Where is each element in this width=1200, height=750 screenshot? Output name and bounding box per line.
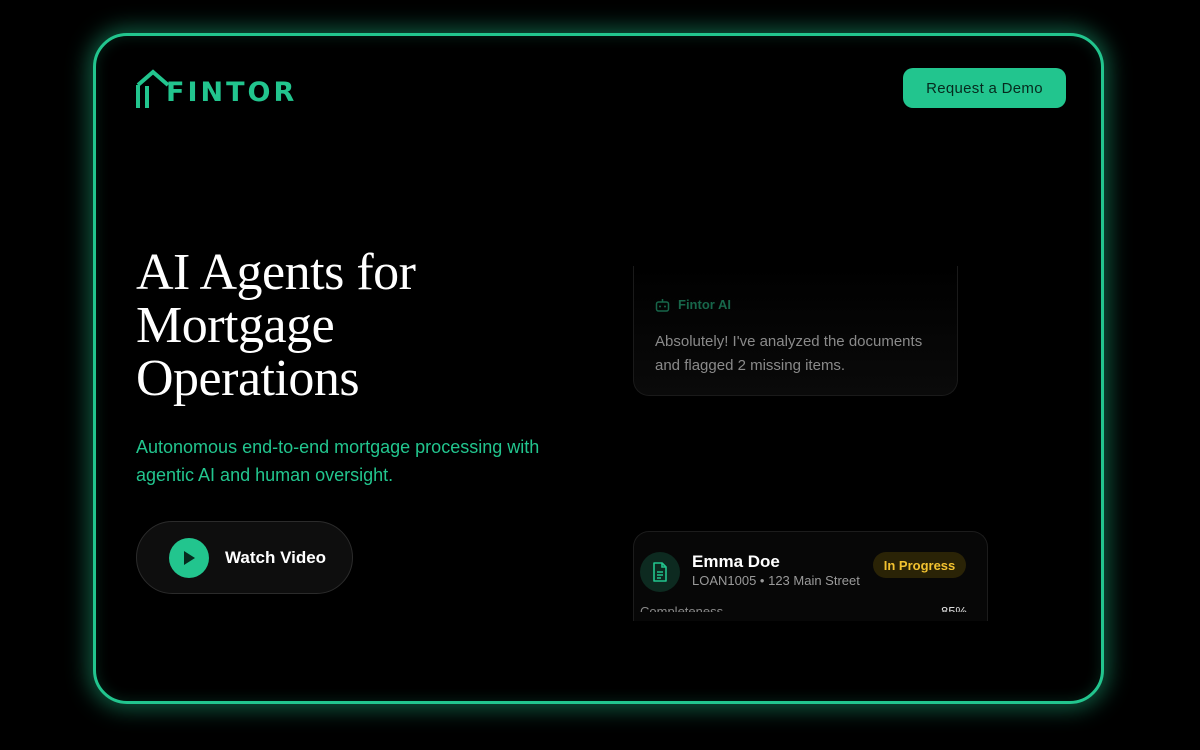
- watch-video-label: Watch Video: [225, 547, 327, 567]
- watch-video-button[interactable]: Watch Video: [136, 521, 353, 594]
- robot-icon: [655, 298, 670, 312]
- request-demo-button[interactable]: Request a Demo: [903, 68, 1066, 108]
- loan-card[interactable]: Emma Doe LOAN1005 • 123 Main Street In P…: [633, 531, 988, 621]
- house-icon: [136, 69, 170, 108]
- logo-text: FINTOR: [166, 77, 298, 108]
- completeness-value: 85%: [940, 604, 967, 612]
- title-line-1: AI Agents for: [136, 244, 416, 301]
- document-icon: [640, 552, 680, 592]
- chat-sender: Fintor AI: [655, 297, 731, 312]
- page-frame: FINTOR Request a Demo AI Agents for Mort…: [93, 33, 1104, 704]
- logo[interactable]: FINTOR: [136, 68, 294, 112]
- loan-card-content: Emma Doe LOAN1005 • 123 Main Street In P…: [634, 532, 987, 612]
- hero-subtitle: Autonomous end-to-end mortgage processin…: [136, 437, 540, 485]
- status-badge: In Progress: [873, 552, 966, 578]
- chat-sender-name: Fintor AI: [678, 297, 731, 312]
- title-line-3: Operations: [136, 350, 360, 407]
- loan-meta: LOAN1005 • 123 Main Street: [692, 573, 860, 588]
- completeness-label: Completeness: [640, 604, 724, 612]
- play-icon: [169, 537, 209, 578]
- borrower-name: Emma Doe: [692, 552, 780, 571]
- page-title: AI Agents for Mortgage Operations: [136, 246, 556, 405]
- chat-message-card: Fintor AI Absolutely! I've analyzed the …: [633, 266, 958, 396]
- chat-message-text: Absolutely! I've analyzed the documents …: [655, 333, 923, 374]
- title-line-2: Mortgage: [136, 297, 335, 354]
